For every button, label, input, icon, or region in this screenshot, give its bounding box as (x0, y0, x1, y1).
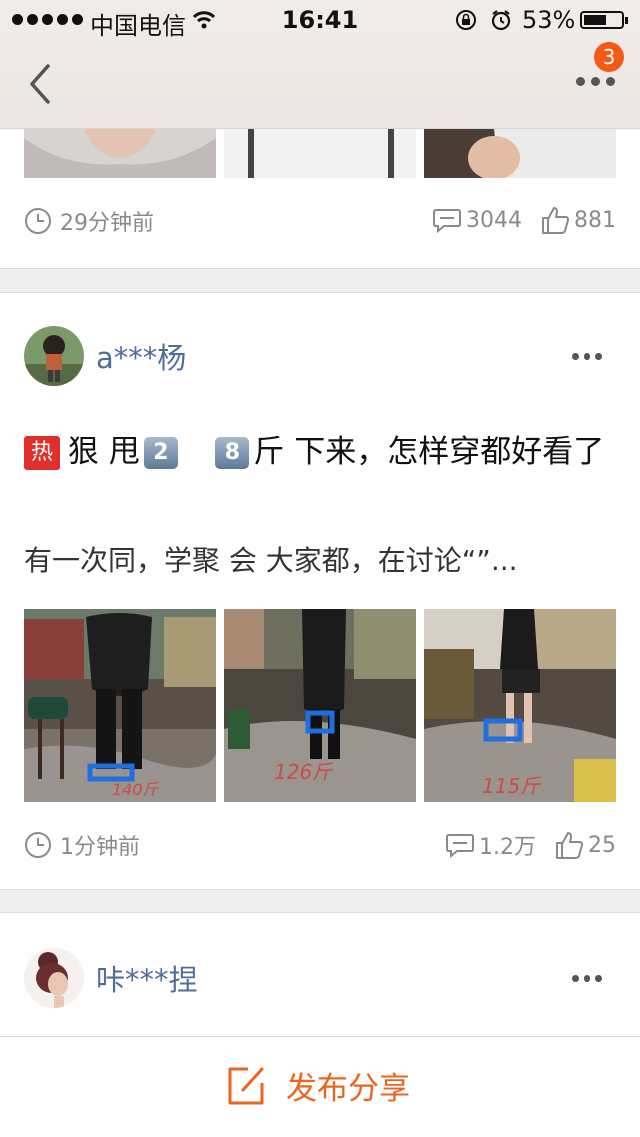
post-image[interactable]: 115斤 (424, 609, 616, 802)
post-card[interactable]: 咔***捏 (0, 912, 640, 1037)
post-images: 140斤 126斤 115斤 (24, 609, 616, 802)
post-images (24, 128, 616, 178)
like-count: 25 (588, 832, 616, 858)
post-more-button[interactable] (572, 975, 603, 985)
status-bar: 中国电信 16:41 53% (0, 0, 640, 40)
comment-button[interactable]: 1.2万 (445, 829, 536, 861)
author-name[interactable]: a***杨 (96, 335, 186, 377)
comment-count: 3044 (466, 207, 522, 233)
comment-icon (446, 834, 474, 859)
publish-label: 发布分享 (286, 1071, 410, 1107)
weight-caption: 126斤 (274, 760, 334, 784)
top-bar: 中国电信 16:41 53% 3 (0, 0, 640, 129)
publish-share-button[interactable]: 发布分享 (226, 1063, 410, 1108)
battery-percent: 53% (522, 6, 576, 34)
post-more-button[interactable] (572, 353, 603, 363)
thumbs-up-icon (542, 207, 569, 234)
clock-icon (25, 832, 51, 858)
comment-icon (433, 209, 461, 234)
post-author[interactable]: a***杨 (24, 326, 186, 386)
clock-icon (25, 208, 51, 234)
thumbs-up-icon (556, 832, 583, 859)
alarm-icon (490, 9, 512, 37)
post-author[interactable]: 咔***捏 (24, 948, 198, 1008)
avatar[interactable] (24, 326, 84, 386)
rotation-lock-icon (454, 9, 478, 37)
keycap-eight-emoji: 8 (215, 437, 250, 469)
hot-badge: 热 (24, 436, 60, 470)
edit-icon (228, 1067, 264, 1104)
post-image[interactable] (24, 128, 216, 178)
like-button[interactable]: 25 (554, 830, 616, 860)
keycap-two-emoji: 2 (143, 437, 178, 469)
comment-button[interactable]: 3044 (432, 206, 522, 234)
battery-icon (580, 11, 628, 29)
post-meta: 29分钟前 3044 881 (24, 205, 616, 239)
avatar[interactable] (24, 948, 84, 1008)
post-time: 29分钟前 (60, 211, 154, 236)
comment-count: 1.2万 (479, 835, 536, 860)
post-image[interactable]: 140斤 (24, 609, 216, 802)
post-meta: 1分钟前 1.2万 25 (24, 829, 616, 863)
like-count: 881 (574, 207, 616, 233)
like-button[interactable]: 881 (540, 205, 616, 235)
post-image[interactable] (224, 128, 416, 178)
post-snippet[interactable]: 有一次同，学聚 会 大家都，在讨论“”... (24, 539, 616, 579)
post-title[interactable]: 热狠 甩2 8斤 下来，怎样穿都好看了 (24, 427, 616, 477)
chevron-left-icon (30, 64, 50, 104)
bottom-bar: 发布分享 (0, 1036, 640, 1137)
post-time: 1分钟前 (60, 835, 140, 860)
author-name[interactable]: 咔***捏 (96, 957, 198, 999)
weight-caption: 140斤 (112, 780, 160, 799)
post-image[interactable]: 126斤 (224, 609, 416, 802)
title-text: 斤 下来，怎样穿都好看了 (253, 434, 605, 470)
post-card[interactable]: 29分钟前 3044 881 (0, 128, 640, 269)
weight-caption: 115斤 (482, 774, 542, 798)
notification-badge: 3 (594, 42, 624, 72)
title-text: 狠 甩 (68, 434, 140, 470)
more-icon (576, 77, 615, 86)
back-button[interactable] (22, 60, 62, 108)
post-card[interactable]: a***杨 热狠 甩2 8斤 下来，怎样穿都好看了 有一次同，学聚 会 大家都，… (0, 292, 640, 890)
post-image[interactable] (424, 128, 616, 178)
